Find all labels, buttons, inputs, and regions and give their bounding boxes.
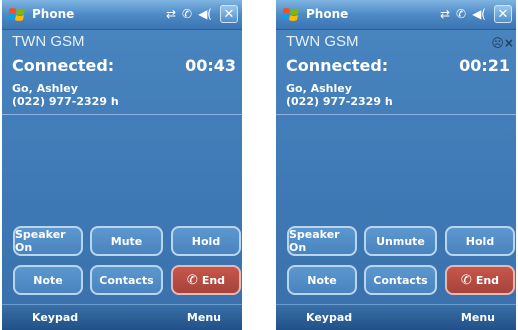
menu-softkey[interactable]: Menu [461,311,495,324]
volume-icon[interactable]: ◀( [198,6,212,23]
speaker-on-button[interactable]: Speaker On [287,226,357,256]
connectivity-icon[interactable]: ⇄ [166,6,176,23]
microphone-muted-icon: ☹× [491,36,514,50]
mute-button[interactable]: Mute [90,226,163,256]
status-icons: ⇄ ✆ ◀( [166,6,212,23]
end-call-button[interactable]: ✆ End [445,265,515,295]
carrier-name: TWN GSM [286,33,359,50]
end-call-button[interactable]: ✆ End [171,265,241,295]
phone-icon: ✆ [460,272,472,288]
phone-icon: ✆ [186,272,198,288]
signal-phone-icon[interactable]: ✆ [456,6,466,23]
divider [2,114,242,115]
contact-phone: (022) 977-2329 h [286,95,393,108]
title-bar: Phone ⇄ ✆ ◀( ✕ [2,0,242,30]
softkey-bar: Keypad Menu [276,304,516,330]
close-button[interactable]: ✕ [220,5,238,23]
contacts-button[interactable]: Contacts [90,265,163,295]
close-button[interactable]: ✕ [494,5,512,23]
note-button[interactable]: Note [287,265,357,295]
connection-status: Connected: [12,56,115,75]
carrier-name: TWN GSM [12,33,85,50]
phone-screen-right: Phone ⇄ ✆ ◀( ✕ TWN GSM ☹× Connected: 00:… [276,0,516,330]
end-label: End [475,273,500,287]
end-label: End [201,273,226,287]
speaker-on-button[interactable]: Speaker On [13,226,83,256]
keypad-softkey[interactable]: Keypad [306,311,352,324]
contact-name: Go, Ashley [286,82,352,95]
connectivity-icon[interactable]: ⇄ [440,6,450,23]
divider [276,114,516,115]
contact-phone: (022) 977-2329 h [12,95,119,108]
windows-logo-icon[interactable] [8,6,26,23]
keypad-softkey[interactable]: Keypad [32,311,78,324]
app-title: Phone [306,7,349,21]
title-bar: Phone ⇄ ✆ ◀( ✕ [276,0,516,30]
windows-logo-icon[interactable] [282,6,300,23]
contacts-button[interactable]: Contacts [364,265,437,295]
contact-name: Go, Ashley [12,82,78,95]
hold-button[interactable]: Hold [171,226,241,256]
hold-button[interactable]: Hold [445,226,515,256]
menu-softkey[interactable]: Menu [187,311,221,324]
call-timer: 00:43 [185,56,236,75]
call-timer: 00:21 [459,56,510,75]
volume-icon[interactable]: ◀( [472,6,486,23]
unmute-button[interactable]: Unmute [364,226,437,256]
connection-status: Connected: [286,56,389,75]
signal-phone-icon[interactable]: ✆ [182,6,192,23]
status-icons: ⇄ ✆ ◀( [440,6,486,23]
phone-screen-left: Phone ⇄ ✆ ◀( ✕ TWN GSM Connected: 00:43 … [2,0,242,330]
softkey-bar: Keypad Menu [2,304,242,330]
note-button[interactable]: Note [13,265,83,295]
app-title: Phone [32,7,75,21]
